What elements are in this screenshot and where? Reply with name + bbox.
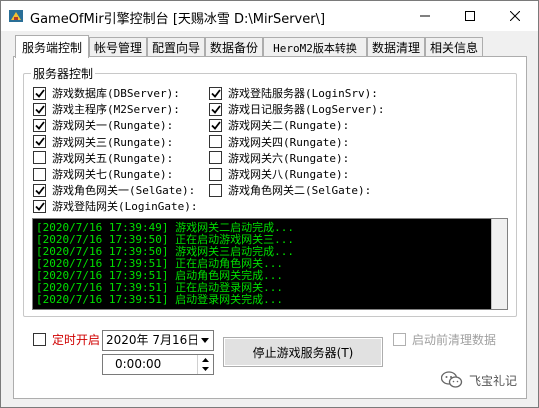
app-window: GameOfMir引擎控制台 [天赐冰雪 D:\MirServer\] 服务端控…	[0, 0, 539, 408]
server-checkbox[interactable]: 游戏数据库(DBServer):	[33, 85, 180, 101]
checkbox-label: 游戏网关七(Rungate):	[52, 168, 174, 181]
chevron-down-icon	[202, 366, 209, 371]
checkbox-box[interactable]	[33, 135, 46, 149]
checkbox-box[interactable]	[209, 151, 222, 165]
checkbox-label: 游戏网关四(Rungate):	[228, 135, 350, 149]
app-icon	[9, 10, 23, 22]
checkbox-label: 游戏数据库(DBServer):	[52, 87, 180, 100]
tab-data-cleanup[interactable]: 数据清理	[367, 37, 425, 57]
server-checkbox[interactable]: 游戏登陆服务器(LoginSrv):	[209, 85, 378, 101]
checkbox-box[interactable]	[209, 167, 222, 181]
date-dropdown-button[interactable]	[197, 331, 213, 350]
close-button[interactable]	[492, 1, 537, 31]
server-checkbox[interactable]: 游戏主程序(M2Server):	[33, 101, 180, 117]
checkbox-box[interactable]	[33, 167, 46, 181]
server-checkbox[interactable]: 游戏角色网关一(SelGate):	[33, 182, 195, 198]
tab-data-backup[interactable]: 数据备份	[205, 37, 263, 57]
clear-checkbox-box[interactable]	[393, 332, 406, 346]
checkbox-label: 游戏主程序(M2Server):	[52, 103, 180, 117]
time-picker[interactable]: 0:00:00	[102, 354, 214, 375]
tab-config-wizard[interactable]: 配置向导	[147, 37, 205, 57]
timer-label: 定时开启	[52, 332, 101, 347]
log-output: [2020/7/16 17:39:49] 游戏网关二启动完成... [2020/7…	[32, 218, 508, 310]
timer-checkbox[interactable]: 定时开启	[33, 331, 100, 347]
maximize-icon	[464, 11, 475, 21]
tab-server-control[interactable]: 服务端控制	[15, 35, 89, 58]
server-checkbox[interactable]: 游戏网关六(Rungate):	[209, 150, 349, 166]
server-checkbox[interactable]: 游戏网关一(Rungate):	[33, 117, 173, 133]
window-title: GameOfMir引擎控制台 [天赐冰雪 D:\MirServer\]	[30, 12, 326, 27]
checkbox-label: 游戏登陆网关(LoginGate):	[52, 200, 198, 214]
checkbox-label: 游戏网关三(Rungate):	[52, 135, 174, 149]
tab-strip: 服务端控制 帐号管理 配置向导 数据备份 HeroM2版本转换 数据清理 相关信…	[13, 35, 533, 58]
group-title: 服务器控制	[31, 65, 96, 82]
checkbox-box[interactable]	[33, 86, 46, 100]
title-bar[interactable]: GameOfMir引擎控制台 [天赐冰雪 D:\MirServer\]	[1, 1, 538, 31]
log-line: [2020/7/16 17:39:51] 启动登录网关完成...	[36, 293, 283, 306]
server-checkbox[interactable]: 游戏网关四(Rungate):	[209, 134, 349, 150]
server-checkbox[interactable]: 游戏登陆网关(LoginGate):	[33, 198, 197, 214]
chevron-up-icon	[202, 357, 209, 362]
checkmark-icon	[34, 121, 45, 130]
spin-up-button[interactable]	[198, 355, 213, 364]
watermark-text: 飞宝礼记	[469, 373, 518, 388]
checkmark-icon	[34, 137, 45, 146]
time-value: 0:00:00	[115, 357, 162, 371]
server-checkbox[interactable]: 游戏网关三(Rungate):	[33, 134, 173, 150]
checkbox-box[interactable]	[33, 183, 46, 197]
clear-label: 启动前清理数据	[412, 332, 497, 347]
server-checkbox[interactable]: 游戏网关八(Rungate):	[209, 166, 349, 182]
server-checkbox[interactable]: 游戏网关七(Rungate):	[33, 166, 173, 182]
watermark: 飞宝礼记	[441, 371, 517, 389]
stop-server-button[interactable]: 停止游戏服务器(T)	[223, 337, 383, 367]
server-checkbox[interactable]: 游戏网关二(Rungate):	[209, 117, 349, 133]
checkbox-label: 游戏网关一(Rungate):	[52, 119, 174, 133]
checkbox-box[interactable]	[33, 102, 46, 116]
time-spinner[interactable]	[197, 355, 213, 374]
date-picker[interactable]: 2020年 7月16日	[102, 330, 214, 351]
timer-checkbox-box[interactable]	[33, 332, 46, 346]
checkbox-label: 游戏网关五(Rungate):	[52, 151, 174, 165]
checkbox-label: 游戏登陆服务器(LoginSrv):	[228, 87, 378, 100]
checkmark-icon	[210, 105, 221, 114]
log-lines: [2020/7/16 17:39:49] 游戏网关二启动完成... [2020/7…	[36, 222, 504, 306]
server-checkbox[interactable]: 游戏网关五(Rungate):	[33, 150, 173, 166]
checkbox-box[interactable]	[209, 135, 222, 149]
checkbox-label: 游戏网关二(Rungate):	[228, 119, 350, 133]
spin-down-button[interactable]	[198, 364, 213, 373]
checkbox-box[interactable]	[209, 86, 222, 100]
checkmark-icon	[210, 121, 221, 130]
close-icon	[509, 11, 520, 21]
checkbox-label: 游戏日记服务器(LogServer):	[228, 103, 385, 117]
checkmark-icon	[34, 105, 45, 114]
wechat-icon	[441, 371, 463, 388]
chevron-down-icon	[201, 338, 209, 343]
minimize-button[interactable]	[402, 1, 447, 31]
tab-account-management[interactable]: 帐号管理	[89, 37, 147, 57]
clear-before-start-checkbox[interactable]: 启动前清理数据	[393, 331, 496, 347]
maximize-button[interactable]	[447, 1, 492, 31]
log-scrollbar[interactable]	[491, 219, 507, 309]
checkbox-label: 游戏网关六(Rungate):	[228, 151, 350, 165]
checkmark-icon	[34, 88, 45, 98]
minimize-icon	[419, 15, 430, 17]
checkbox-label: 游戏角色网关二(SelGate):	[228, 184, 372, 198]
checkmark-icon	[210, 88, 221, 98]
checkbox-box[interactable]	[33, 199, 46, 213]
checkmark-icon	[34, 202, 45, 211]
server-checkbox[interactable]: 游戏角色网关二(SelGate):	[209, 182, 371, 198]
checkbox-box[interactable]	[209, 183, 222, 197]
checkbox-box[interactable]	[209, 102, 222, 116]
tab-herom2-convert[interactable]: HeroM2版本转换	[263, 37, 367, 57]
checkbox-box[interactable]	[33, 118, 46, 132]
server-checkbox[interactable]: 游戏日记服务器(LogServer):	[209, 101, 384, 117]
checkmark-icon	[34, 186, 45, 195]
checkbox-label: 游戏角色网关一(SelGate):	[52, 184, 196, 198]
checkbox-label: 游戏网关八(Rungate):	[228, 168, 350, 181]
checkbox-box[interactable]	[209, 118, 222, 132]
checkbox-box[interactable]	[33, 151, 46, 165]
tab-about[interactable]: 相关信息	[425, 37, 483, 57]
date-value: 2020年 7月16日	[106, 333, 200, 347]
